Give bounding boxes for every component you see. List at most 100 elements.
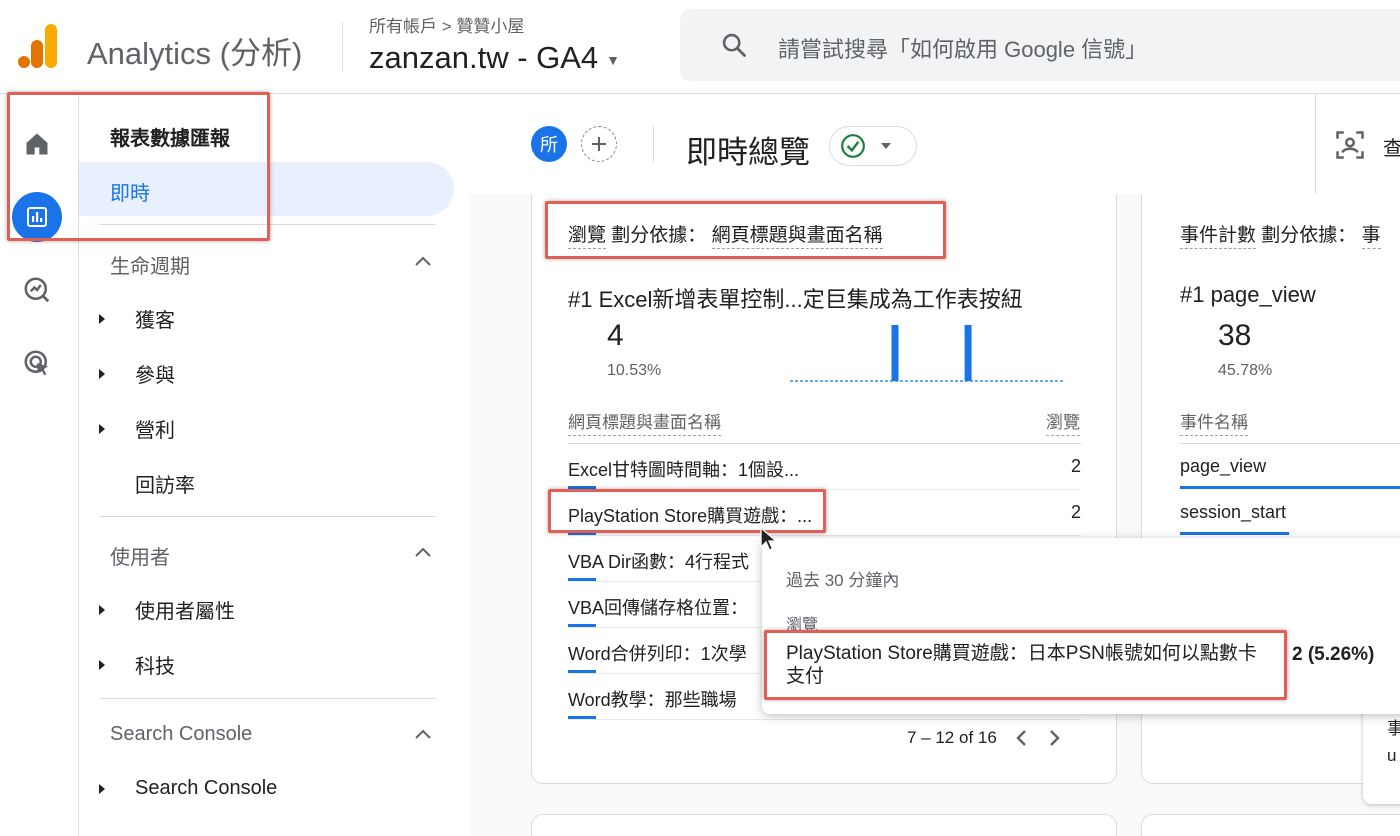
- row-label: Word合併列印：1次學: [568, 644, 747, 664]
- row-value: 2: [1070, 502, 1081, 522]
- top-bar: Analytics (分析) 所有帳戶 > 贊贊小屋 zanzan.tw - G…: [0, 0, 1400, 94]
- card-metric[interactable]: 瀏覽: [568, 225, 607, 249]
- table-row[interactable]: page_view: [1180, 444, 1400, 490]
- row-share-bar: [568, 532, 596, 535]
- caret-down-icon: [881, 143, 891, 149]
- property-name: zanzan.tw - GA4: [369, 40, 599, 75]
- chevron-down-icon: ▼: [606, 52, 621, 68]
- next-card: [531, 814, 1117, 836]
- explore-icon: [24, 277, 50, 303]
- expand-arrow-icon: [99, 313, 105, 324]
- data-status-dropdown[interactable]: [829, 126, 917, 166]
- col-header-dimension[interactable]: 網頁標題與畫面名稱: [568, 408, 721, 436]
- nav-title: 報表數據匯報: [110, 128, 230, 150]
- user-snapshot-label[interactable]: 查: [1383, 132, 1400, 161]
- nav-item-realtime[interactable]: 即時: [79, 162, 454, 216]
- home-icon: [26, 133, 48, 155]
- col-header-dimension[interactable]: 事件名稱: [1180, 408, 1248, 436]
- minute-sparkline[interactable]: [790, 321, 1070, 391]
- table-row[interactable]: PlayStation Store購買遊戲：... 2: [568, 490, 1081, 536]
- expand-arrow-icon: [99, 604, 105, 615]
- row-share-bar: [568, 716, 596, 719]
- chevron-left-icon[interactable]: [1015, 729, 1029, 747]
- chevron-up-icon[interactable]: [415, 729, 431, 739]
- main-content: 所 即時總覽 查 瀏覽 劃分依據： 網頁標題與畫面名稱 #1 Excel新增表單…: [469, 94, 1400, 836]
- pagination-label: 7 – 12 of 16: [907, 728, 997, 747]
- row-share-bar: [568, 578, 596, 581]
- card-metric[interactable]: 事件計數: [1180, 225, 1257, 249]
- nav-item-engagement[interactable]: 參與: [99, 359, 175, 388]
- rail-explore-button[interactable]: [13, 266, 61, 314]
- search-bar[interactable]: 請嘗試搜尋「如何啟用 Google 信號」: [680, 9, 1400, 81]
- table-row[interactable]: Excel甘特圖時間軸：1個設... 2: [568, 444, 1081, 490]
- user-snapshot-icon[interactable]: [1335, 130, 1365, 160]
- nav-item-acquisition[interactable]: 獲客: [99, 304, 175, 333]
- nav-item-tech[interactable]: 科技: [99, 650, 175, 679]
- nav-item-label: 使用者屬性: [135, 601, 235, 623]
- card-dimension[interactable]: 事: [1361, 225, 1381, 249]
- next-card: [1141, 814, 1400, 836]
- plus-icon: [592, 137, 606, 151]
- nav-item-label: 回訪率: [135, 475, 195, 497]
- top-item-percent: 45.78%: [1218, 362, 1273, 379]
- row-label: Word教學：那些職場: [568, 690, 737, 710]
- card-by-label: 劃分依據：: [611, 225, 707, 246]
- nav-item-search-console[interactable]: Search Console: [99, 777, 277, 800]
- chevron-right-icon[interactable]: [1047, 729, 1061, 747]
- nav-item-label: Search Console: [135, 777, 278, 799]
- secondary-tooltip-text: 事: [1387, 719, 1400, 738]
- col-header-metric[interactable]: 瀏覽: [1046, 408, 1080, 436]
- row-label: Excel甘特圖時間軸：1個設...: [568, 460, 800, 480]
- search-icon: [722, 33, 746, 57]
- sparkline-bar: [964, 325, 972, 381]
- nav-item-monetization[interactable]: 營利: [99, 414, 175, 443]
- tooltip-metric: 瀏覽: [786, 617, 819, 634]
- toolbar-divider: [1315, 94, 1316, 194]
- nav-section-lifecycle[interactable]: 生命週期: [110, 250, 190, 279]
- secondary-tooltip: 事 u: [1363, 700, 1400, 804]
- search-placeholder: 請嘗試搜尋「如何啟用 Google 信號」: [778, 37, 1148, 62]
- rail-home-button[interactable]: [13, 120, 61, 168]
- row-label: VBA Dir函數：4行程式: [568, 552, 750, 572]
- card-title[interactable]: 事件計數 劃分依據： 事: [1180, 220, 1381, 249]
- nav-divider: [99, 698, 435, 699]
- nav-item-label: 即時: [110, 183, 150, 205]
- nav-divider: [99, 224, 435, 225]
- rail-reports-button[interactable]: [12, 192, 62, 242]
- expand-arrow-icon: [99, 659, 105, 670]
- nav-section-search-console[interactable]: Search Console: [110, 723, 252, 746]
- row-divider: [568, 719, 1081, 720]
- property-selector[interactable]: zanzan.tw - GA4 ▼: [369, 40, 620, 76]
- table-row[interactable]: session_start: [1180, 490, 1400, 536]
- rail-advertising-button[interactable]: [13, 339, 61, 387]
- sparkline-bar: [891, 325, 899, 381]
- row-tooltip: 過去 30 分鐘內 瀏覽 PlayStation Store購買遊戲：日本PSN…: [762, 538, 1400, 714]
- card-title[interactable]: 瀏覽 劃分依據： 網頁標題與畫面名稱: [568, 220, 883, 249]
- row-share-bar: [568, 486, 596, 489]
- nav-item-retention[interactable]: 回訪率: [99, 469, 195, 498]
- chevron-up-icon[interactable]: [415, 256, 431, 266]
- account-breadcrumb[interactable]: 所有帳戶 > 贊贊小屋: [369, 12, 524, 37]
- card-by-label: 劃分依據：: [1261, 225, 1357, 246]
- chevron-up-icon[interactable]: [415, 547, 431, 557]
- nav-item-label: 科技: [135, 656, 175, 678]
- nav-divider: [99, 516, 435, 517]
- top-item-value: 38: [1218, 319, 1252, 352]
- card-dimension[interactable]: 網頁標題與畫面名稱: [711, 225, 883, 249]
- top-item-title: #1 Excel新增表單控制...定巨集成為工作表按紐: [568, 287, 1023, 312]
- nav-section-user[interactable]: 使用者: [110, 541, 170, 570]
- row-share-bar: [568, 624, 596, 627]
- reports-nav-panel: 報表數據匯報 即時 生命週期 獲客 參與 營利 回訪率 使用者 使用者屬性 科技…: [79, 94, 469, 836]
- top-item-title: #1 page_view: [1180, 282, 1316, 307]
- row-share-bar: [1180, 532, 1289, 535]
- secondary-tooltip-text: u: [1387, 746, 1397, 765]
- row-share-bar: [568, 670, 596, 673]
- analytics-logo[interactable]: [18, 24, 58, 68]
- comparison-badge[interactable]: 所: [531, 126, 567, 162]
- nav-item-user-attributes[interactable]: 使用者屬性: [99, 595, 235, 624]
- row-share-bar: [1180, 486, 1400, 489]
- expand-arrow-icon: [99, 368, 105, 379]
- top-item-value: 4: [607, 319, 624, 352]
- tooltip-page-title: PlayStation Store購買遊戲：日本PSN帳號如何以點數卡支付: [786, 643, 1257, 687]
- add-comparison-button[interactable]: [581, 126, 617, 162]
